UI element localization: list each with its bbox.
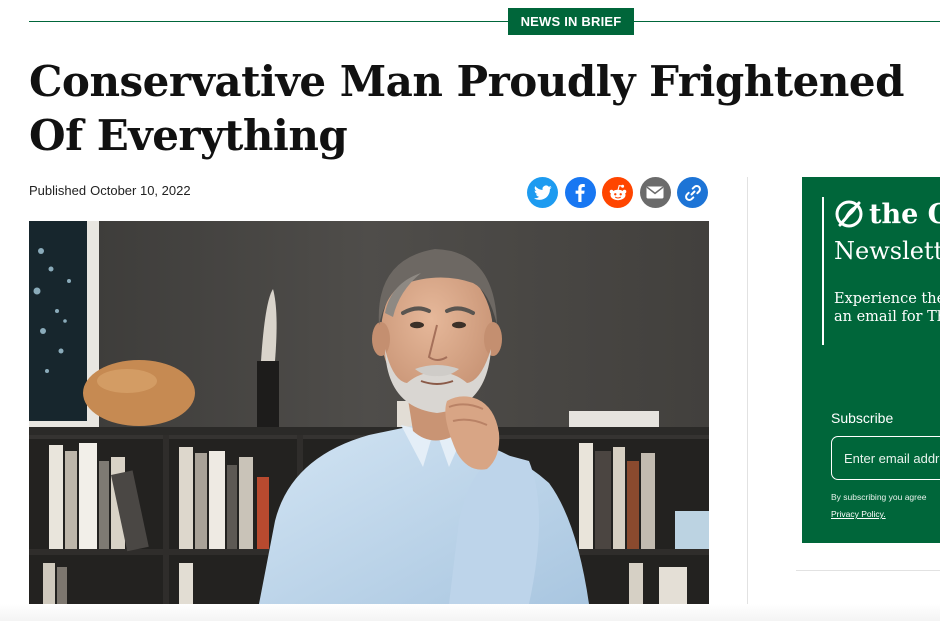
- email-share-button[interactable]: [639, 177, 671, 208]
- subscribe-label: Subscribe: [831, 410, 894, 426]
- link-icon: [684, 184, 701, 201]
- onion-logo: the O: [834, 197, 940, 231]
- header-rule-left: [29, 21, 508, 22]
- reddit-icon: [609, 184, 626, 200]
- section-tag-link[interactable]: NEWS IN BRIEF: [508, 8, 634, 35]
- email-input[interactable]: [831, 436, 940, 480]
- header-rule-right: [634, 21, 940, 22]
- column-divider: [747, 177, 748, 621]
- twitter-icon: [533, 185, 552, 200]
- twitter-share-button[interactable]: [527, 177, 558, 208]
- newsletter-description: Experience the joy of receiving an email…: [834, 291, 940, 325]
- onion-logo-text: the O: [869, 198, 940, 230]
- page-bottom-fade: [0, 604, 940, 621]
- facebook-share-button[interactable]: [564, 177, 596, 208]
- article-hero-image: [29, 221, 709, 604]
- subscribe-fine-print: By subscribing you agree: [831, 492, 927, 502]
- article-headline: Conservative Man Proudly Frightened Of E…: [29, 57, 904, 160]
- byline: Published October 10, 2022: [29, 183, 191, 198]
- share-bar: [527, 177, 708, 208]
- sidebar-divider: [796, 570, 940, 571]
- man-portrait-illustration: [29, 221, 709, 604]
- published-date: October 10, 2022: [90, 183, 191, 198]
- newsletter-accent-bar: [822, 197, 824, 345]
- published-label: Published: [29, 183, 87, 198]
- newsletter-title: Newsletter: [834, 237, 940, 265]
- email-icon: [646, 186, 664, 199]
- newsletter-signup-panel: the O Newsletter Experience the joy of r…: [802, 177, 940, 543]
- facebook-icon: [575, 183, 585, 202]
- reddit-share-button[interactable]: [602, 177, 633, 208]
- copy-link-button[interactable]: [677, 177, 708, 208]
- privacy-policy-link[interactable]: Privacy Policy.: [831, 509, 886, 519]
- onion-leaf-icon: [835, 200, 863, 228]
